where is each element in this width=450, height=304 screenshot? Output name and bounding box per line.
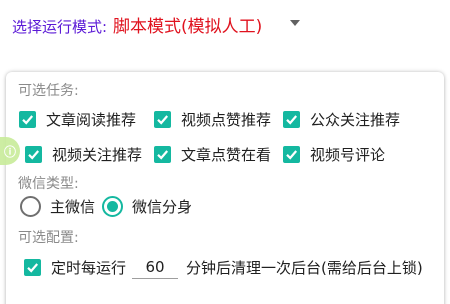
interval-prefix-label: 定时每运行 xyxy=(51,258,127,277)
config-section-title: 可选配置: xyxy=(18,230,79,246)
radio-unselected-icon xyxy=(20,196,41,217)
tasks-section-title: 可选任务: xyxy=(18,83,79,99)
task-label: 视频点赞推荐 xyxy=(181,111,272,129)
radio-selected-icon xyxy=(102,196,123,217)
radio-main-wechat[interactable]: 主微信 xyxy=(20,196,95,217)
task-checkbox-video-follow[interactable]: 视频关注推荐 xyxy=(25,144,142,165)
radio-label: 微信分身 xyxy=(132,198,193,216)
cleanup-interval-option[interactable]: 定时每运行 分钟后清理一次后台(需给后台上锁) xyxy=(24,255,423,279)
wechat-type-section-title: 微信类型: xyxy=(18,176,79,192)
task-label: 视频号评论 xyxy=(310,146,386,164)
checkbox-checked-icon xyxy=(154,111,171,128)
checkbox-checked-icon xyxy=(283,146,300,163)
task-label: 文章阅读推荐 xyxy=(46,111,137,129)
task-checkbox-video-like[interactable]: 视频点赞推荐 xyxy=(154,109,271,130)
dropdown-arrow-icon[interactable] xyxy=(290,20,300,26)
task-label: 视频关注推荐 xyxy=(52,146,143,164)
checkbox-checked-icon xyxy=(283,111,300,128)
radio-wechat-clone[interactable]: 微信分身 xyxy=(102,196,192,217)
task-label: 公众关注推荐 xyxy=(310,111,401,129)
run-mode-selector[interactable]: 选择运行模式: 脚本模式(模拟人工) xyxy=(0,0,450,62)
task-checkbox-official-follow[interactable]: 公众关注推荐 xyxy=(283,109,400,130)
run-mode-value[interactable]: 脚本模式(模拟人工) xyxy=(113,12,262,37)
radio-label: 主微信 xyxy=(50,198,96,216)
task-checkbox-article-read[interactable]: 文章阅读推荐 xyxy=(19,109,136,130)
checkbox-checked-icon xyxy=(19,111,36,128)
checkbox-checked-icon xyxy=(154,146,171,163)
task-checkbox-article-like[interactable]: 文章点赞在看 xyxy=(154,144,271,165)
checkbox-checked-icon xyxy=(25,146,42,163)
checkbox-checked-icon[interactable] xyxy=(24,258,41,276)
interval-minutes-input[interactable] xyxy=(132,255,179,279)
run-mode-label: 选择运行模式: xyxy=(12,18,108,36)
options-card: 可选任务: 文章阅读推荐 视频点赞推荐 公众关注推荐 视频关注推荐 文章点赞在看 xyxy=(6,72,444,304)
interval-suffix-label: 分钟后清理一次后台(需给后台上锁) xyxy=(186,258,423,277)
task-checkbox-channel-comment[interactable]: 视频号评论 xyxy=(283,144,385,165)
assistant-glyph: ⓘ xyxy=(4,145,17,159)
task-label: 文章点赞在看 xyxy=(181,146,272,164)
